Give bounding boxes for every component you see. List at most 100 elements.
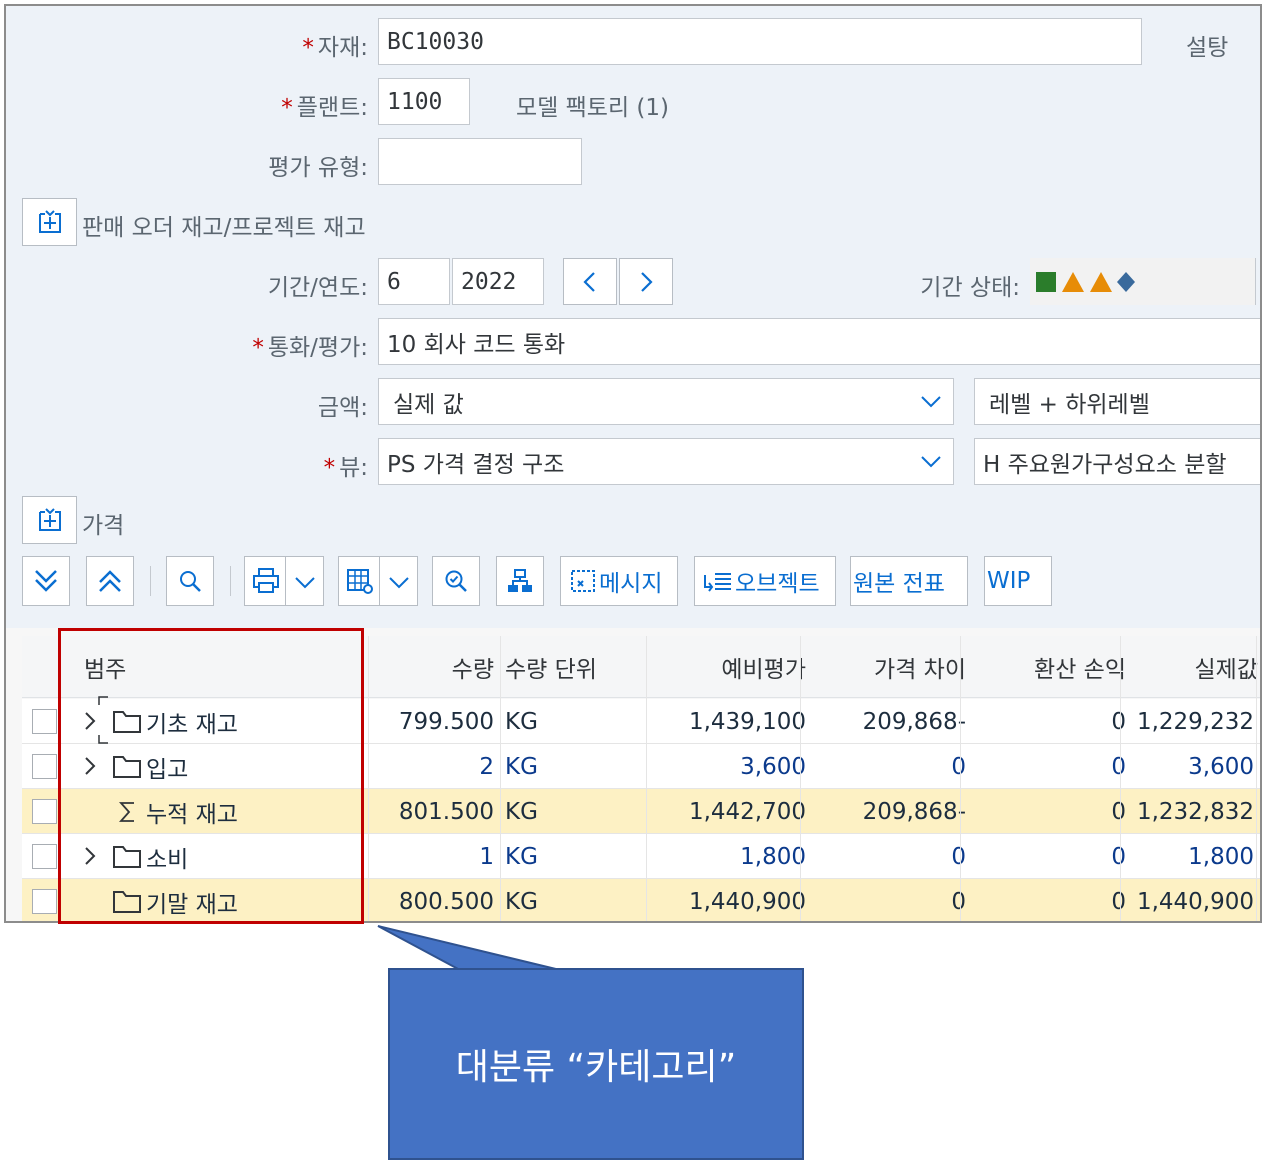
column-divider	[646, 636, 647, 921]
category-highlight-box	[58, 628, 364, 924]
plant-description: 모델 팩토리 (1)	[516, 95, 670, 121]
price-difference-cell: 0	[951, 888, 966, 915]
messages-label: 메시지	[599, 571, 663, 597]
preliminary-cell[interactable]: 3,600	[660, 744, 806, 789]
split-divider	[285, 557, 286, 605]
material-label: * 자재:	[302, 35, 368, 61]
objects-button[interactable]: 오브젝트	[694, 556, 836, 606]
status-orange-triangle-icon	[1090, 272, 1112, 292]
quantity-cell[interactable]: 2	[370, 744, 494, 789]
callout-text: 대분류 “카테고리”	[455, 1047, 737, 1088]
material-input[interactable]: BC10030	[378, 18, 1142, 65]
object-list-icon	[704, 573, 731, 592]
toolbar-separator	[150, 566, 151, 596]
original-document-button[interactable]: 원본 전표	[850, 556, 968, 606]
period-status-label: 기간 상태:	[920, 275, 1020, 301]
plant-label: * 플랜트:	[281, 95, 368, 121]
preliminary-cell[interactable]: 1,800	[660, 834, 806, 879]
actual-value-cell: 1,232,832	[1136, 798, 1254, 825]
header-price-difference[interactable]: 가격 차이	[814, 636, 966, 698]
chevron-down-icon	[389, 577, 409, 589]
view-select[interactable]: PS 가격 결정 구조	[378, 438, 954, 485]
status-green-square-icon	[1036, 272, 1056, 292]
period-status-indicator	[1030, 258, 1256, 305]
layout-settings-menu-button[interactable]	[338, 556, 418, 606]
hierarchy-button[interactable]	[496, 556, 544, 606]
row-checkbox[interactable]	[32, 709, 57, 734]
plant-input[interactable]: 1100	[378, 78, 470, 125]
valuation-type-input[interactable]	[378, 138, 582, 185]
view-label: * 뷰:	[323, 455, 368, 481]
search-icon	[180, 571, 201, 592]
column-divider	[500, 636, 501, 921]
column-divider	[1120, 636, 1121, 921]
preliminary-cell: 1,439,100	[688, 708, 806, 735]
objects-label: 오브젝트	[735, 571, 820, 597]
exchange-cell: 0	[1111, 888, 1126, 915]
price-difference-cell[interactable]: 0	[814, 744, 966, 789]
search-button[interactable]	[166, 556, 214, 606]
unit-cell: KG	[505, 843, 538, 870]
quantity-cell: 801.500	[398, 798, 494, 825]
year-input[interactable]: 2022	[452, 258, 544, 305]
chevron-down-icon	[295, 577, 315, 589]
row-checkbox[interactable]	[32, 844, 57, 869]
header-actual-value[interactable]: 실제값	[1134, 636, 1258, 698]
message-icon	[571, 570, 595, 592]
expand-section-button[interactable]	[22, 198, 77, 246]
quantity-cell[interactable]: 1	[370, 834, 494, 879]
double-chevron-down-icon	[35, 570, 57, 592]
unit-cell: KG	[505, 798, 538, 825]
cost-component-split-select[interactable]: H 주요원가구성요소 분할	[974, 438, 1260, 485]
price-difference-cell: 209,868-	[862, 798, 966, 825]
exchange-cell[interactable]: 0	[974, 744, 1126, 789]
price-difference-cell[interactable]: 0	[814, 834, 966, 879]
exchange-cell: 0	[1111, 798, 1126, 825]
quantity-cell: 799.500	[398, 708, 494, 735]
price-difference-cell: 209,868-	[862, 708, 966, 735]
actual-value-cell[interactable]: 1,800	[1134, 834, 1254, 879]
level-select[interactable]: 레벨 + 하위레벨	[974, 378, 1260, 425]
wip-button[interactable]: WIP	[984, 556, 1052, 606]
view-select-value: PS 가격 결정 구조	[387, 451, 565, 478]
next-period-button[interactable]	[619, 258, 673, 305]
chevron-down-icon	[921, 396, 941, 408]
valuation-type-label: 평가 유형:	[268, 155, 368, 181]
unit-cell: KG	[505, 708, 538, 735]
header-quantity-unit[interactable]: 수량 단위	[505, 636, 597, 698]
header-exchange-gain-loss[interactable]: 환산 손익	[974, 636, 1126, 698]
expand-icon	[38, 508, 61, 531]
actual-value-cell: 1,440,900	[1136, 888, 1254, 915]
printer-icon	[253, 568, 279, 593]
preliminary-cell: 1,440,900	[688, 888, 806, 915]
currency-label: * 통화/평가:	[252, 335, 368, 361]
collapse-all-button[interactable]	[86, 556, 134, 606]
double-chevron-up-icon	[99, 570, 121, 592]
zoom-check-button[interactable]	[432, 556, 480, 606]
row-checkbox[interactable]	[32, 889, 57, 914]
expand-price-section-button[interactable]	[22, 496, 77, 544]
header-quantity[interactable]: 수량	[370, 636, 494, 698]
exchange-cell[interactable]: 0	[974, 834, 1126, 879]
callout-box: 대분류 “카테고리”	[388, 968, 804, 1160]
column-divider	[960, 636, 961, 921]
column-divider	[800, 636, 801, 921]
actual-value-cell[interactable]: 3,600	[1134, 744, 1254, 789]
previous-period-button[interactable]	[563, 258, 617, 305]
row-checkbox[interactable]	[32, 799, 57, 824]
material-description: 설탕	[1186, 35, 1229, 61]
hierarchy-icon	[508, 569, 532, 592]
column-divider	[368, 636, 369, 921]
amount-select[interactable]: 실제 값	[378, 378, 954, 425]
chevron-left-icon	[583, 271, 595, 292]
period-input[interactable]: 6	[378, 258, 450, 305]
split-divider	[379, 557, 380, 605]
messages-button[interactable]: 메시지	[560, 556, 678, 606]
print-menu-button[interactable]	[244, 556, 324, 606]
row-checkbox[interactable]	[32, 754, 57, 779]
sales-order-section-title: 판매 오더 재고/프로젝트 재고	[82, 215, 366, 241]
header-preliminary-valuation[interactable]: 예비평가	[660, 636, 806, 698]
zoom-check-icon	[445, 570, 467, 592]
currency-input[interactable]: 10 회사 코드 통화	[378, 318, 1260, 365]
expand-all-button[interactable]	[22, 556, 70, 606]
